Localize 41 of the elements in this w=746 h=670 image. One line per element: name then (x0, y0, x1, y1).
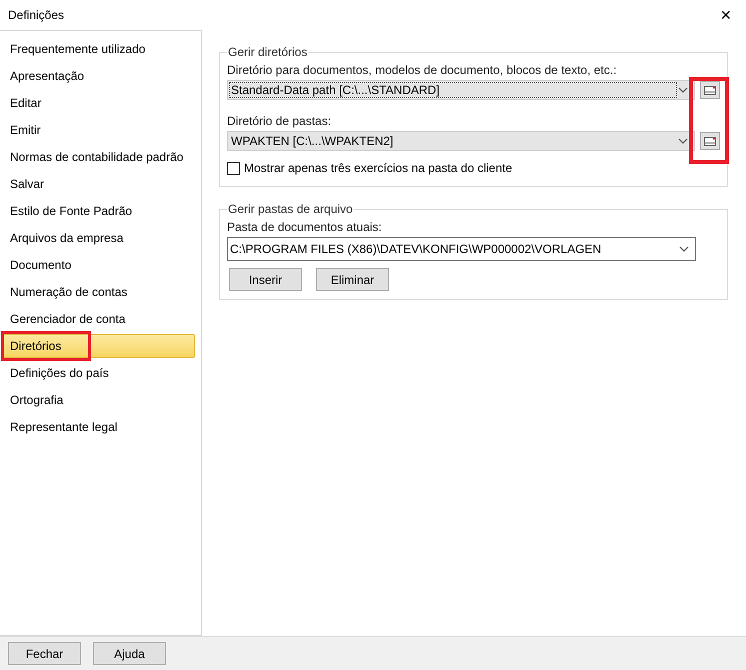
chevron-down-icon (679, 246, 689, 252)
checkbox[interactable] (227, 162, 240, 174)
group-legend: Gerir pastas de arquivo (227, 202, 354, 216)
sidebar-item[interactable]: Documento (3, 252, 195, 276)
dropdown-value: Standard-Data path [C:\...\STANDARD] (230, 83, 676, 97)
dropdown[interactable]: C:\PROGRAM FILES (X86)\DATEV\KONFIG\WP000002\VORLAGEN (227, 237, 696, 261)
browse-button[interactable] (700, 132, 720, 150)
dropdown[interactable]: Standard-Data path [C:\...\STANDARD] (227, 80, 695, 100)
window-title: Definições (8, 7, 64, 24)
sidebar-item[interactable]: Definições do país (3, 360, 195, 384)
field-label: Pasta de documentos atuais: (227, 219, 383, 235)
sidebar-item[interactable]: Estilo de Fonte Padrão (3, 198, 195, 222)
window-icon (704, 86, 716, 94)
sidebar-item[interactable]: Editar (3, 90, 195, 114)
field-label: Diretório para documentos, modelos de documento, blocos de texto, etc.: (227, 62, 618, 78)
sidebar-item[interactable]: Emitir (3, 118, 195, 142)
group-legend: Gerir diretórios (227, 45, 308, 59)
checkbox-label: Mostrar apenas três exercícios na pasta do cliente (244, 160, 512, 177)
sidebar-item[interactable]: Salvar (3, 172, 195, 196)
dropdown-value: WPAKTEN [C:\...\WPAKTEN2] (230, 134, 394, 148)
window-icon (704, 136, 716, 146)
sidebar-item[interactable]: Arquivos da empresa (3, 226, 195, 250)
chevron-down-icon (678, 138, 688, 144)
action-button[interactable]: Inserir (229, 268, 302, 291)
sidebar-item[interactable]: Frequentemente utilizado (3, 36, 195, 60)
sidebar-item[interactable]: Normas de contabilidade padrão (3, 144, 195, 168)
browse-button[interactable] (700, 81, 720, 99)
field-label: Diretório de pastas: (227, 113, 332, 129)
chevron-down-icon (678, 87, 688, 93)
dropdown-value: C:\PROGRAM FILES (X86)\DATEV\KONFIG\WP000002\VORLAGEN (230, 241, 602, 258)
sidebar-item[interactable]: Ortografia (3, 388, 195, 412)
footer-button[interactable]: Ajuda (93, 642, 166, 665)
sidebar-item[interactable]: Gerenciador de conta (3, 306, 195, 330)
sidebar-item[interactable]: Apresentação (3, 64, 195, 88)
dropdown[interactable]: WPAKTEN [C:\...\WPAKTEN2] (227, 131, 695, 151)
footer-button[interactable]: Fechar (8, 642, 81, 665)
sidebar-item[interactable]: Numeração de contas (3, 280, 195, 304)
action-button[interactable]: Eliminar (316, 268, 389, 291)
close-button[interactable]: ✕ (720, 8, 732, 22)
sidebar-item[interactable]: Diretórios (3, 334, 195, 358)
sidebar-item[interactable]: Representante legal (3, 414, 195, 438)
